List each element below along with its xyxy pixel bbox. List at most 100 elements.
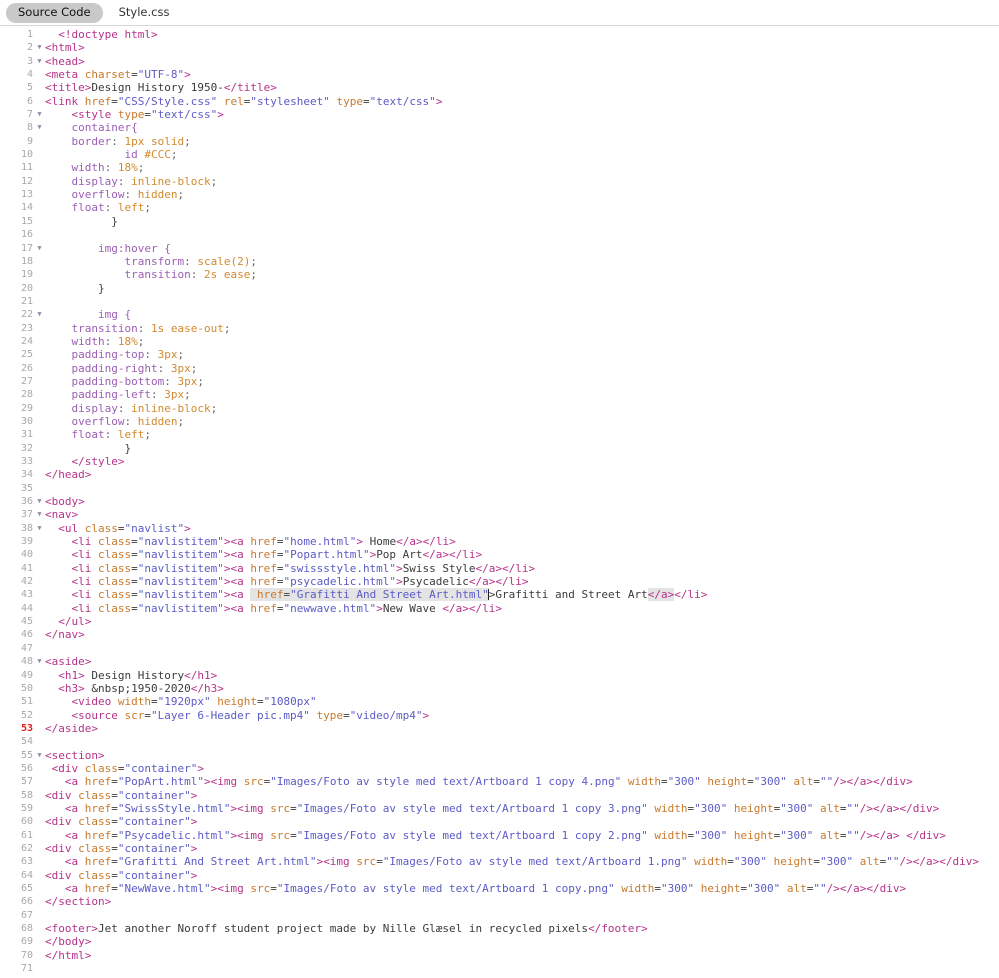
code-line[interactable]: 61 <a href="Psycadelic.html"><img src="I… [0,829,999,842]
code-line[interactable]: 6<link href="CSS/Style.css" rel="stylesh… [0,95,999,108]
code-text[interactable]: <meta charset="UTF-8"> [45,68,999,81]
code-line[interactable]: 40 <li class="navlistitem"><a href="Popa… [0,548,999,561]
code-text[interactable]: container{ [45,121,999,134]
code-text[interactable]: <div class="container"> [45,815,999,828]
code-line[interactable]: 50 <h3> &nbsp;1950-2020</h3> [0,682,999,695]
code-line[interactable]: 12 display: inline-block; [0,175,999,188]
code-text[interactable]: </aside> [45,722,999,735]
code-line[interactable]: 32 } [0,442,999,455]
code-text[interactable]: <a href="NewWave.html"><img src="Images/… [45,882,999,895]
code-text[interactable]: </section> [45,895,999,908]
code-line[interactable]: 35 [0,482,999,495]
code-line[interactable]: 5<title>Design History 1950-</title> [0,81,999,94]
code-line[interactable]: 55▼<section> [0,749,999,762]
code-line[interactable]: 31 float: left; [0,428,999,441]
code-text[interactable]: <div class="container"> [45,842,999,855]
fold-triangle-icon[interactable]: ▼ [34,242,45,255]
code-text[interactable]: <body> [45,495,999,508]
code-text[interactable]: border: 1px solid; [45,135,999,148]
code-line[interactable]: 48▼<aside> [0,655,999,668]
code-text[interactable]: overflow: hidden; [45,415,999,428]
code-text[interactable]: <li class="navlistitem"><a href="home.ht… [45,535,999,548]
code-line[interactable]: 29 display: inline-block; [0,402,999,415]
tab-source-code[interactable]: Source Code [6,3,103,23]
code-line[interactable]: 71 [0,962,999,975]
code-editor[interactable]: 1 <!doctype html>2▼<html>3▼<head>4<meta … [0,26,999,975]
code-text[interactable]: transition: 2s ease; [45,268,999,281]
code-text[interactable]: img { [45,308,999,321]
fold-triangle-icon[interactable]: ▼ [34,308,45,321]
code-text[interactable]: } [45,282,999,295]
code-text[interactable]: </style> [45,455,999,468]
code-line[interactable]: 63 <a href="Grafitti And Street Art.html… [0,855,999,868]
code-line[interactable]: 13 overflow: hidden; [0,188,999,201]
fold-triangle-icon[interactable]: ▼ [34,749,45,762]
code-line[interactable]: 3▼<head> [0,55,999,68]
fold-triangle-icon[interactable]: ▼ [34,55,45,68]
fold-triangle-icon[interactable]: ▼ [34,41,45,54]
code-text[interactable]: <a href="SwissStyle.html"><img src="Imag… [45,802,999,815]
tab-style-css[interactable]: Style.css [107,3,182,23]
code-line[interactable]: 14 float: left; [0,201,999,214]
code-text[interactable]: <ul class="navlist"> [45,522,999,535]
code-line[interactable]: 58<div class="container"> [0,789,999,802]
code-text[interactable]: <a href="Psycadelic.html"><img src="Imag… [45,829,999,842]
code-line[interactable]: 41 <li class="navlistitem"><a href="swis… [0,562,999,575]
code-line[interactable]: 57 <a href="PopArt.html"><img src="Image… [0,775,999,788]
code-text[interactable]: display: inline-block; [45,402,999,415]
code-text[interactable]: padding-bottom: 3px; [45,375,999,388]
code-line[interactable]: 68<footer>Jet another Noroff student pro… [0,922,999,935]
code-line[interactable]: 66</section> [0,895,999,908]
code-line[interactable]: 20 } [0,282,999,295]
code-text[interactable]: padding-top: 3px; [45,348,999,361]
code-line[interactable]: 16 [0,228,999,241]
code-line[interactable]: 39 <li class="navlistitem"><a href="home… [0,535,999,548]
code-text[interactable]: <source scr="Layer 6-Header pic.mp4" typ… [45,709,999,722]
code-text[interactable]: <title>Design History 1950-</title> [45,81,999,94]
fold-triangle-icon[interactable]: ▼ [34,522,45,535]
code-text[interactable]: overflow: hidden; [45,188,999,201]
code-text[interactable]: <footer>Jet another Noroff student proje… [45,922,999,935]
fold-triangle-icon[interactable]: ▼ [34,655,45,668]
code-line[interactable]: 24 width: 18%; [0,335,999,348]
code-text[interactable]: <style type="text/css"> [45,108,999,121]
code-text[interactable]: <!doctype html> [45,28,999,41]
code-line[interactable]: 21 [0,295,999,308]
code-text[interactable]: <link href="CSS/Style.css" rel="styleshe… [45,95,999,108]
code-line[interactable]: 70</html> [0,949,999,962]
code-text[interactable]: transform: scale(2); [45,255,999,268]
code-line[interactable]: 64<div class="container"> [0,869,999,882]
code-line[interactable]: 19 transition: 2s ease; [0,268,999,281]
code-line[interactable]: 69</body> [0,935,999,948]
fold-triangle-icon[interactable]: ▼ [34,108,45,121]
code-text[interactable]: id #CCC; [45,148,999,161]
code-text[interactable]: img:hover { [45,242,999,255]
code-line[interactable]: 23 transition: 1s ease-out; [0,322,999,335]
code-line[interactable]: 25 padding-top: 3px; [0,348,999,361]
code-line[interactable]: 44 <li class="navlistitem"><a href="neww… [0,602,999,615]
code-text[interactable]: padding-right: 3px; [45,362,999,375]
code-line[interactable]: 22▼ img { [0,308,999,321]
code-line[interactable]: 45 </ul> [0,615,999,628]
code-line[interactable]: 65 <a href="NewWave.html"><img src="Imag… [0,882,999,895]
code-line[interactable]: 46</nav> [0,628,999,641]
code-line[interactable]: 33 </style> [0,455,999,468]
code-text[interactable]: float: left; [45,201,999,214]
code-line[interactable]: 38▼ <ul class="navlist"> [0,522,999,535]
fold-triangle-icon[interactable]: ▼ [34,508,45,521]
code-line[interactable]: 26 padding-right: 3px; [0,362,999,375]
code-text[interactable]: </head> [45,468,999,481]
code-text[interactable]: <div class="container"> [45,789,999,802]
code-text[interactable]: <html> [45,41,999,54]
code-line[interactable]: 62<div class="container"> [0,842,999,855]
code-text[interactable]: </html> [45,949,999,962]
code-text[interactable]: <li class="navlistitem"><a href="Grafitt… [45,588,999,601]
code-text[interactable]: padding-left: 3px; [45,388,999,401]
code-text[interactable]: <div class="container"> [45,762,999,775]
code-text[interactable]: } [45,215,999,228]
code-text[interactable]: width: 18%; [45,335,999,348]
code-text[interactable]: </ul> [45,615,999,628]
code-line[interactable]: 59 <a href="SwissStyle.html"><img src="I… [0,802,999,815]
code-text[interactable]: <section> [45,749,999,762]
code-line[interactable]: 10 id #CCC; [0,148,999,161]
